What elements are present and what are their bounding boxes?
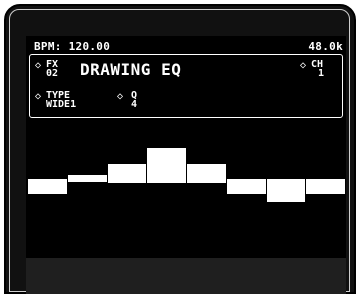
ch-value[interactable]: 1 [318, 69, 324, 79]
fx-number[interactable]: 02 [46, 69, 58, 79]
eq-band-bar[interactable] [147, 148, 186, 183]
eq-band-bar[interactable] [187, 164, 226, 183]
bpm-readout: BPM: 120.00 [34, 40, 111, 53]
sample-rate-readout: 48.0k [308, 40, 343, 53]
effect-name: DRAWING EQ [80, 60, 182, 79]
q-value[interactable]: 4 [131, 100, 137, 110]
ch-knob-icon[interactable]: ◇ [300, 61, 306, 71]
type-value[interactable]: WIDE1 [46, 100, 76, 110]
q-knob-icon[interactable]: ◇ [117, 92, 123, 102]
eq-band-bar[interactable] [108, 164, 146, 183]
screen-footer [26, 258, 346, 294]
eq-band-bar[interactable] [28, 179, 67, 194]
eq-band-bar[interactable] [306, 179, 345, 194]
fx-knob-icon[interactable]: ◇ [35, 61, 41, 71]
eq-band-bar[interactable] [227, 179, 266, 194]
eq-band-bar[interactable] [267, 179, 305, 202]
type-knob-icon[interactable]: ◇ [35, 92, 41, 102]
eq-band-bar[interactable] [68, 175, 107, 182]
